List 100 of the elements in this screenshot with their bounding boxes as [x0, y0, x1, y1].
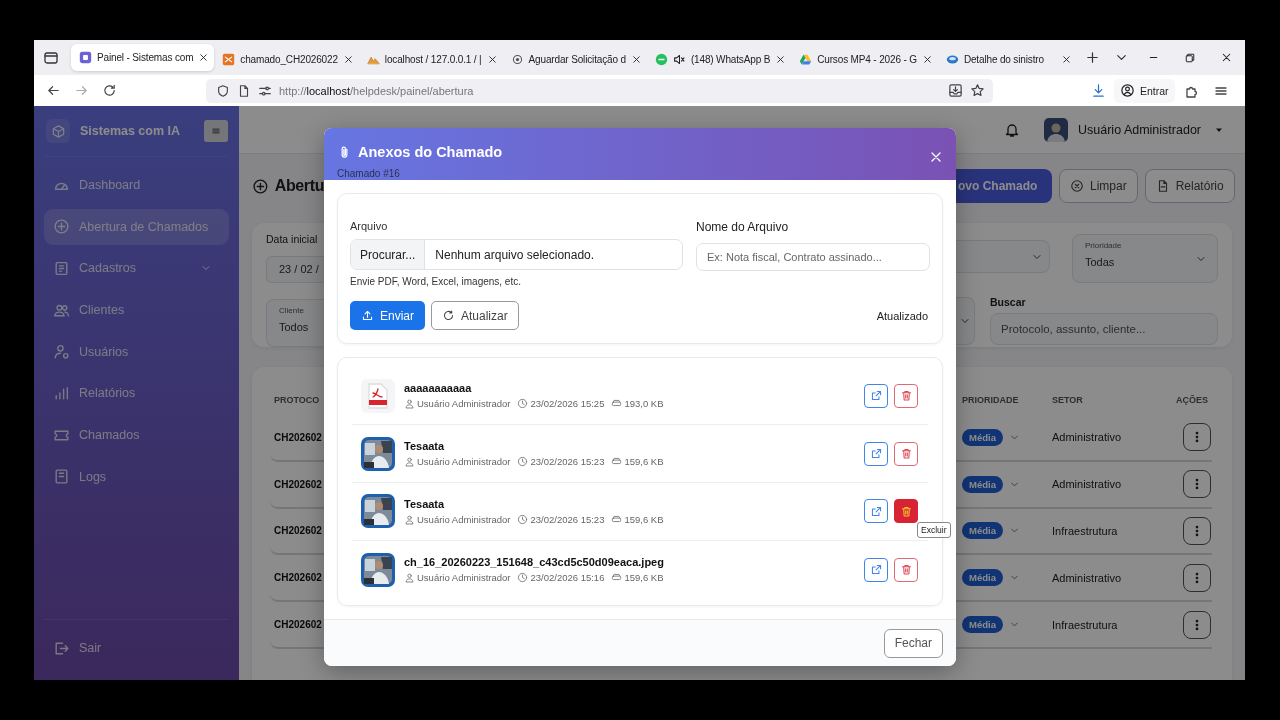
bar-chart-icon — [53, 384, 70, 402]
back-icon[interactable] — [46, 83, 61, 98]
open-button[interactable] — [864, 499, 888, 524]
nav-item[interactable]: Logs — [44, 458, 229, 495]
nav-item[interactable]: Chamados — [44, 417, 229, 454]
clock-icon — [517, 572, 529, 584]
bell-icon[interactable] — [1004, 121, 1021, 138]
tab-title: Cursos MP4 - 2026 - G — [817, 54, 917, 65]
actions-button[interactable] — [1183, 610, 1211, 639]
table-cell: CH202602 — [274, 619, 322, 631]
priority-badge[interactable]: Média — [962, 475, 1003, 493]
site-icon — [510, 53, 524, 66]
close-icon[interactable] — [1060, 54, 1072, 65]
nav-item[interactable]: Clientes — [44, 292, 229, 329]
nav-item[interactable]: Dashboard — [44, 167, 229, 203]
file-name-field[interactable]: Ex: Nota fiscal, Contrato assinado... — [696, 243, 930, 272]
uploader-name: Usuário Administrador — [417, 456, 511, 468]
avatar-icon[interactable] — [1044, 117, 1069, 142]
nav-item[interactable]: Usuários — [44, 333, 229, 370]
close-icon[interactable] — [198, 52, 210, 63]
table-cell: CH202602 — [274, 431, 322, 443]
nav-item[interactable]: Cadastros — [44, 250, 229, 287]
nav-item[interactable]: Relatórios — [44, 375, 229, 412]
priority-badge[interactable]: Média — [962, 569, 1003, 587]
restore-icon[interactable] — [1184, 51, 1196, 64]
column-header: PRIORIDADE — [962, 394, 1019, 405]
file-name: ch_16_20260223_151648_c43cd5c50d09eaca.jpeg — [404, 556, 665, 569]
browser-tab[interactable]: (148) WhatsApp B — [646, 45, 792, 74]
delete-button[interactable] — [894, 383, 918, 408]
uploader-name: Usuário Administrador — [417, 572, 511, 584]
report-button[interactable]: Relatório — [1144, 169, 1235, 203]
file-input[interactable]: Procurar... Nenhum arquivo selecionado. — [350, 239, 683, 271]
file-name: Tesaata — [404, 440, 446, 453]
close-button[interactable]: Fechar — [883, 628, 943, 658]
delete-button[interactable] — [894, 499, 918, 524]
select-field[interactable] — [956, 240, 1050, 273]
table-cell: Administrativo — [1052, 431, 1122, 444]
browser-tab[interactable]: localhost / 127.0.0.1 / | — [358, 45, 503, 74]
close-icon[interactable] — [342, 54, 354, 65]
logout-link[interactable]: Sair — [44, 619, 229, 672]
priority-badge[interactable]: Média — [962, 522, 1003, 540]
bookmark-star-icon[interactable] — [970, 83, 985, 98]
date-field[interactable]: 23 / 02 / — [266, 256, 324, 283]
actions-button[interactable] — [1183, 517, 1211, 545]
close-icon[interactable] — [630, 54, 642, 65]
upload-icon — [361, 309, 374, 323]
actions-button[interactable] — [1183, 563, 1211, 592]
download-icon[interactable] — [1091, 83, 1106, 98]
install-icon[interactable] — [948, 83, 963, 98]
tab-title: chamado_CH2026022 — [240, 54, 338, 65]
select-field[interactable] — [956, 297, 975, 345]
new-tab-icon[interactable] — [1084, 50, 1100, 65]
sign-in-button[interactable]: Entrar — [1114, 78, 1175, 103]
tab-list-icon[interactable] — [43, 49, 59, 66]
refresh-button[interactable]: Atualizar — [431, 301, 519, 331]
trash-icon — [899, 563, 913, 577]
search-field[interactable]: Protocolo, assunto, cliente... — [990, 313, 1218, 345]
browser-tab[interactable]: Painel - Sistemas com — [71, 44, 215, 71]
tab-title: localhost / 127.0.0.1 / | — [384, 54, 482, 65]
x-circle-icon — [1070, 179, 1084, 193]
tab-title: (148) WhatsApp B — [690, 54, 771, 65]
file-size: 193,0 KB — [624, 398, 664, 410]
select-field[interactable]: Prioridade Todas — [1072, 234, 1218, 283]
new-ticket-button[interactable]: ovo Chamado — [956, 169, 1052, 203]
site-icon — [79, 51, 92, 64]
browser-tab[interactable]: Detalhe do sinistro — [937, 45, 1077, 74]
field-label: Data inicial — [266, 233, 319, 247]
delete-button[interactable] — [894, 557, 918, 582]
column-header: SETOR — [1052, 394, 1083, 405]
actions-button[interactable] — [1183, 470, 1211, 499]
browser-tab[interactable]: Cursos MP4 - 2026 - G — [791, 45, 938, 74]
delete-button[interactable] — [894, 441, 918, 466]
brand-name: Sistemas com IA — [80, 124, 181, 138]
address-bar[interactable]: http://localhost/helpdesk/painel/abertura — [206, 78, 993, 103]
table-cell: Infraestrutura — [1052, 525, 1118, 537]
open-button[interactable] — [864, 383, 888, 408]
table-cell: Administrativo — [1052, 571, 1122, 584]
browser-tab[interactable]: Aguardar Solicitação d — [502, 45, 647, 74]
clock-icon — [517, 456, 529, 468]
field-label: Buscar — [990, 296, 1027, 308]
close-icon[interactable] — [921, 54, 933, 65]
browser-tab[interactable]: chamado_CH2026022 — [214, 45, 359, 74]
priority-badge[interactable]: Média — [962, 428, 1003, 446]
select-field[interactable]: Cliente Todos — [266, 299, 324, 347]
close-icon[interactable] — [1220, 51, 1233, 64]
open-button[interactable] — [864, 557, 888, 582]
table-cell: CH202602 — [274, 525, 322, 537]
close-icon[interactable] — [486, 54, 498, 65]
external-link-icon — [869, 389, 883, 403]
shield-icon — [216, 83, 230, 98]
open-button[interactable] — [864, 441, 888, 466]
table-cell: Infraestrutura — [1052, 618, 1118, 631]
reload-icon[interactable] — [102, 83, 117, 98]
user-name[interactable]: Usuário Administrador — [1078, 122, 1201, 137]
close-icon[interactable] — [775, 54, 787, 65]
send-button[interactable]: Enviar — [350, 301, 425, 331]
actions-button[interactable] — [1183, 423, 1211, 452]
priority-badge[interactable]: Média — [962, 616, 1003, 634]
clear-button[interactable]: Limpar — [1059, 169, 1138, 203]
menu-toggle-button[interactable] — [204, 120, 228, 142]
